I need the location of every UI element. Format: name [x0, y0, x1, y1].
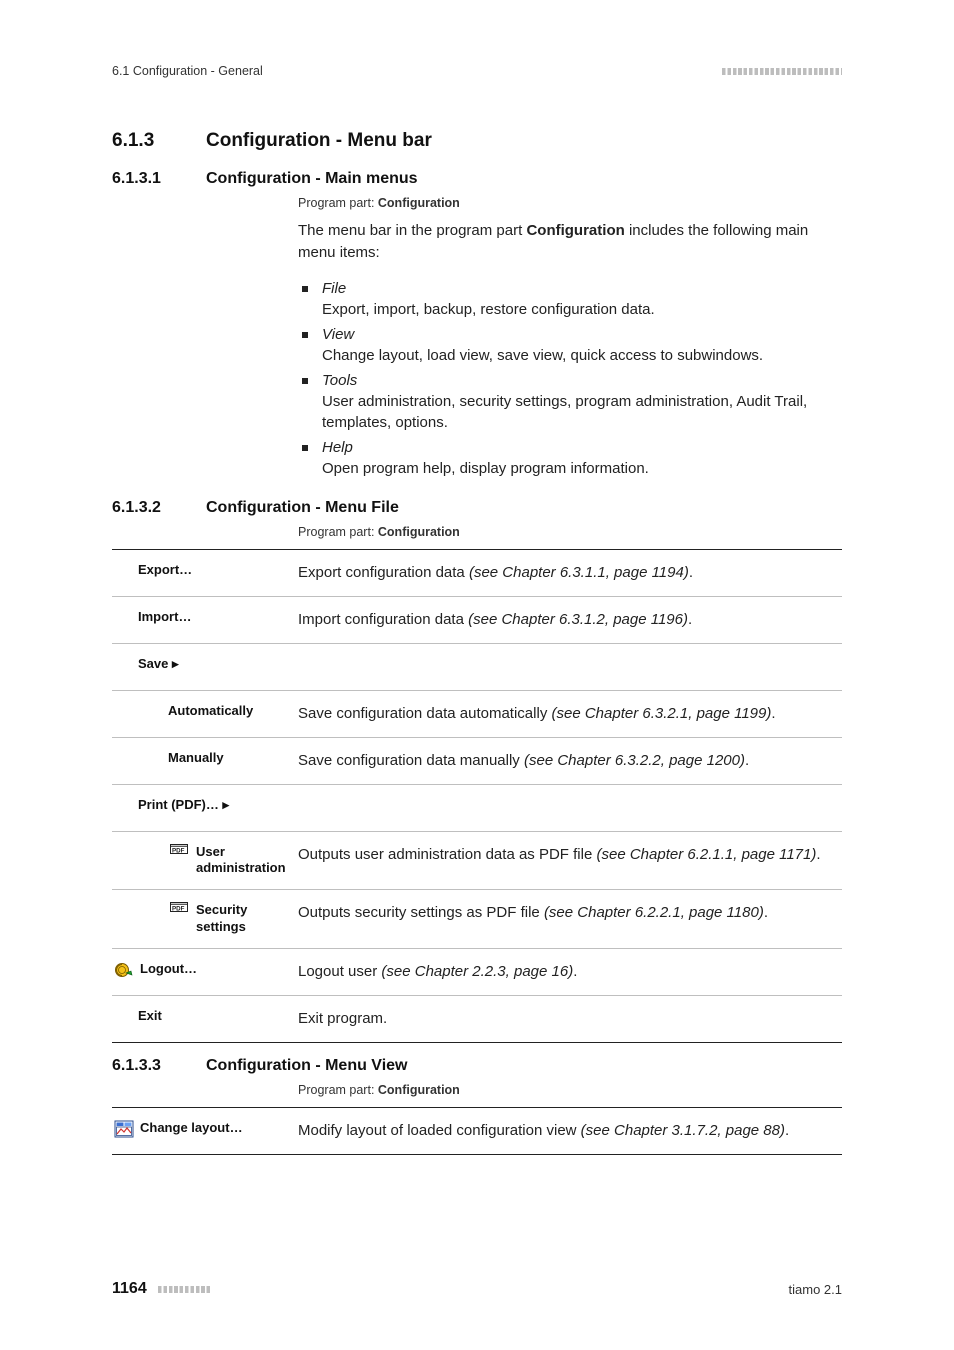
row-save-manual: Manually Save configuration data manuall…: [112, 737, 842, 784]
row-exit: Exit Exit program.: [112, 995, 842, 1042]
heading-title: Configuration - Menu File: [206, 499, 399, 516]
heading-title: Configuration - Menu View: [206, 1057, 407, 1074]
header-decoration: [722, 68, 842, 75]
row-logout: Logout… Logout user (see Chapter 2.2.3, …: [112, 948, 842, 995]
menu-item-help: Help Open program help, display program …: [298, 437, 842, 479]
row-change-layout: Change layout… Modify layout of loaded c…: [112, 1108, 842, 1154]
program-part-label: Program part:: [298, 1083, 378, 1097]
heading-title: Configuration - Menu bar: [206, 130, 432, 151]
footer-left: 1164: [112, 1280, 210, 1298]
heading-6-1-3: 6.1.3Configuration - Menu bar: [112, 130, 842, 152]
header-left: 6.1 Configuration - General: [112, 64, 263, 78]
row-export: Export… Export configuration data (see C…: [112, 550, 842, 596]
row-user-admin: PDF User administration Outputs user adm…: [112, 831, 842, 890]
heading-6-1-3-3: 6.1.3.3Configuration - Menu View: [112, 1057, 842, 1075]
pdf-icon: PDF: [168, 844, 190, 858]
heading-number: 6.1.3.1: [112, 170, 206, 188]
program-part-value: Configuration: [378, 1083, 460, 1097]
menu-file-table: Export… Export configuration data (see C…: [112, 549, 842, 1044]
svg-text:PDF: PDF: [172, 847, 185, 854]
main-menu-list: File Export, import, backup, restore con…: [298, 278, 842, 479]
menu-item-tools: Tools User administration, security sett…: [298, 370, 842, 433]
menu-item-view: View Change layout, load view, save view…: [298, 324, 842, 366]
intro-paragraph: The menu bar in the program part Configu…: [298, 220, 842, 264]
page-footer: 1164 tiamo 2.1: [112, 1280, 842, 1298]
page-header: 6.1 Configuration - General: [112, 64, 842, 78]
program-part-value: Configuration: [378, 196, 460, 210]
program-part-label: Program part:: [298, 525, 378, 539]
section-body-6-1-3-1: Program part: Configuration The menu bar…: [298, 196, 842, 479]
heading-title: Configuration - Main menus: [206, 170, 418, 187]
footer-right: tiamo 2.1: [789, 1282, 842, 1297]
row-print-pdf: Print (PDF)… ▸: [112, 784, 842, 831]
layout-icon: [112, 1120, 136, 1138]
program-part-value: Configuration: [378, 525, 460, 539]
page-number: 1164: [112, 1280, 147, 1297]
heading-number: 6.1.3.3: [112, 1057, 206, 1075]
program-part: Program part: Configuration: [298, 1083, 842, 1097]
row-import: Import… Import configuration data (see C…: [112, 596, 842, 643]
section-body-6-1-3-3: Program part: Configuration: [298, 1083, 842, 1097]
heading-6-1-3-2: 6.1.3.2Configuration - Menu File: [112, 499, 842, 517]
footer-decoration: [158, 1286, 210, 1293]
section-body-6-1-3-2: Program part: Configuration: [298, 525, 842, 539]
program-part: Program part: Configuration: [298, 525, 842, 539]
program-part-label: Program part:: [298, 196, 378, 210]
heading-number: 6.1.3: [112, 130, 206, 152]
row-save: Save ▸: [112, 643, 842, 690]
menu-view-table: Change layout… Modify layout of loaded c…: [112, 1107, 842, 1155]
svg-text:PDF: PDF: [172, 906, 185, 913]
menu-item-file: File Export, import, backup, restore con…: [298, 278, 842, 320]
pdf-icon: PDF: [168, 902, 190, 916]
row-security-settings: PDF Security settings Outputs security s…: [112, 889, 842, 948]
page: { "header": { "left": "6.1 Configuration…: [0, 0, 954, 1350]
logout-icon: [112, 961, 136, 979]
program-part: Program part: Configuration: [298, 196, 842, 210]
heading-number: 6.1.3.2: [112, 499, 206, 517]
heading-6-1-3-1: 6.1.3.1Configuration - Main menus: [112, 170, 842, 188]
row-save-auto: Automatically Save configuration data au…: [112, 690, 842, 737]
